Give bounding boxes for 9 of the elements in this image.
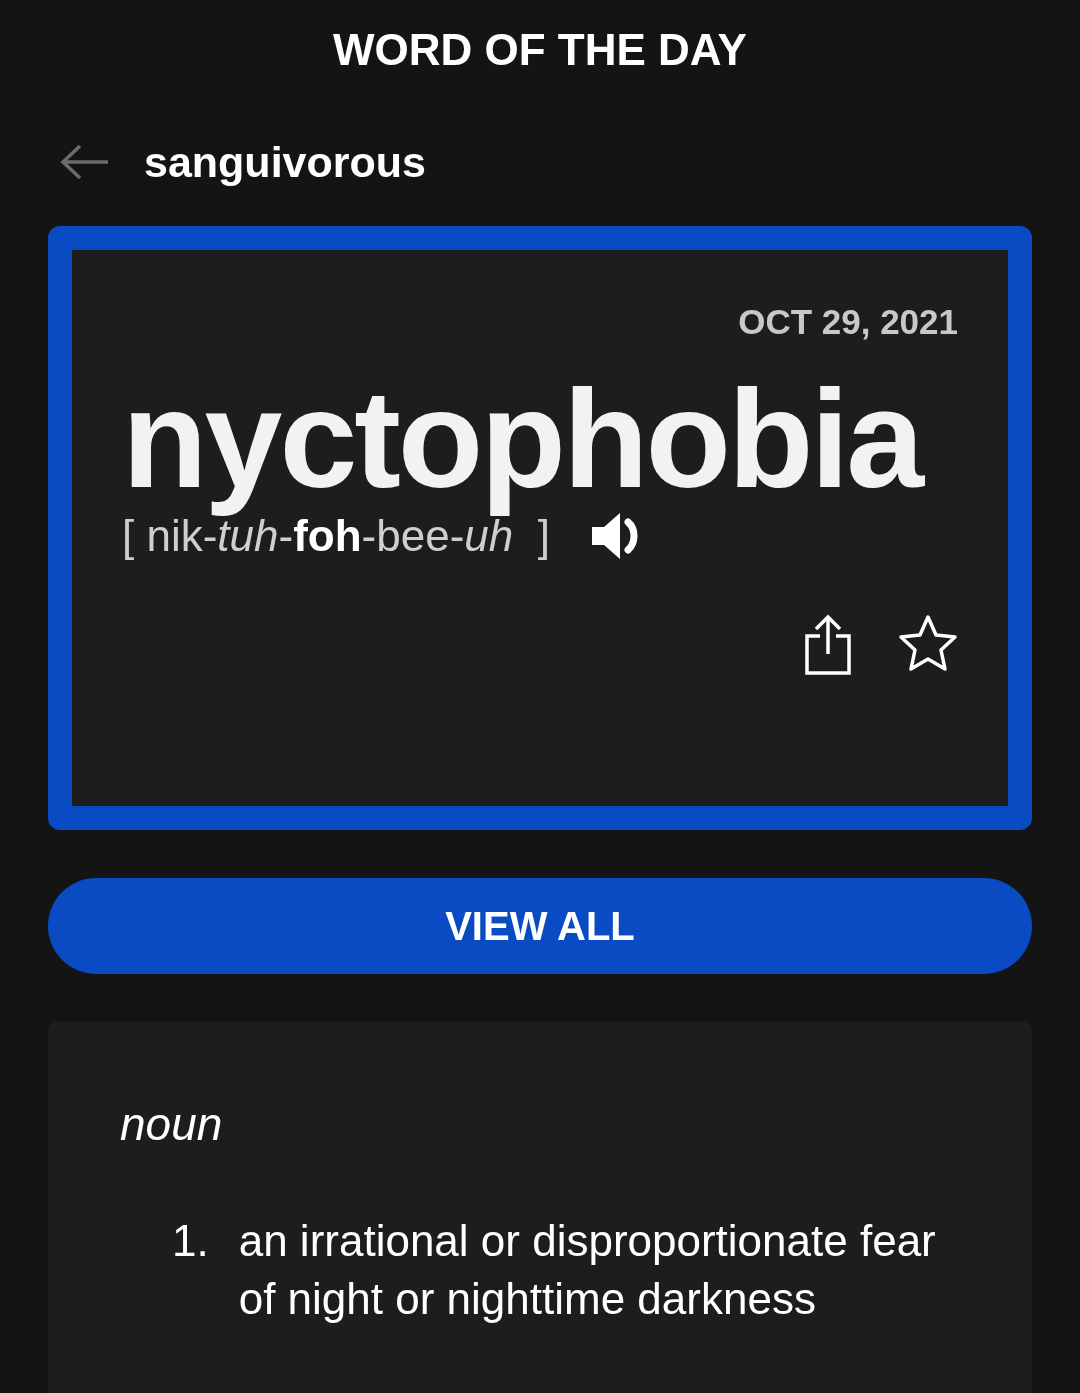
definition-text: an irrational or disproportionate fear of night or nighttime darkness (238, 1215, 937, 1325)
view-all-button[interactable]: VIEW ALL (48, 878, 1032, 974)
date: OCT 29, 2021 (738, 301, 958, 343)
star-icon[interactable] (898, 614, 958, 672)
page-title: WORD OF THE DAY (333, 24, 747, 76)
sense-number: 1. (172, 1215, 209, 1267)
share-icon[interactable] (804, 614, 852, 676)
previous-word[interactable]: sanguivorous (144, 136, 426, 188)
part-of-speech: noun (120, 1097, 224, 1152)
